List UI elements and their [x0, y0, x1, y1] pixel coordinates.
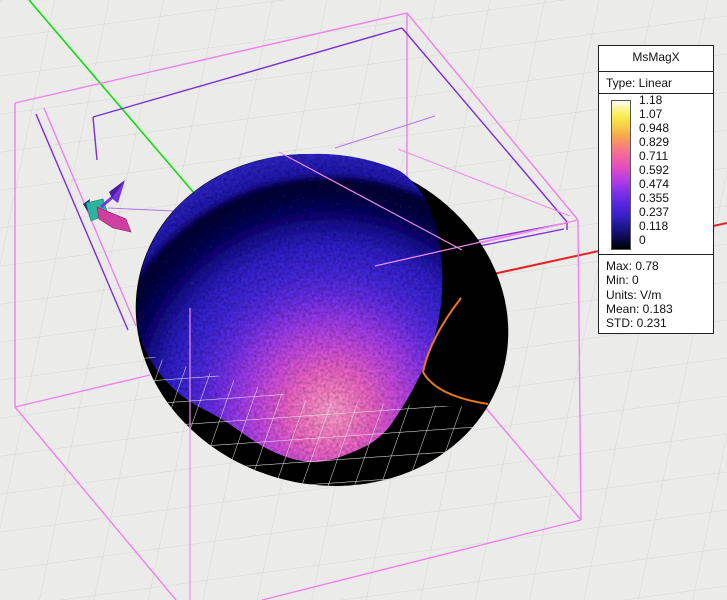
- tick-label: 0.948: [639, 122, 669, 134]
- stat-mean: Mean: 0.183: [606, 302, 713, 316]
- colorbar-tick-labels: 1.18 1.07 0.948 0.829 0.711 0.592 0.474 …: [639, 94, 669, 246]
- legend-scale-type: Type: Linear: [599, 72, 713, 94]
- tick-label: 0.711: [639, 150, 669, 162]
- legend-title: MsMagX: [599, 46, 713, 72]
- 3d-viewport[interactable]: MsMagX Type: Linear 1.18 1.07 0.948 0.82…: [0, 0, 727, 600]
- tick-label: 1.07: [639, 108, 669, 120]
- stat-std: STD: 0.231: [606, 316, 713, 330]
- stat-min: Min: 0: [606, 273, 713, 287]
- tick-label: 0: [639, 234, 669, 246]
- tick-label: 0.355: [639, 192, 669, 204]
- tick-label: 0.829: [639, 136, 669, 148]
- stat-units: Units: V/m: [606, 288, 713, 302]
- tick-label: 0.237: [639, 206, 669, 218]
- legend-statistics: Max: 0.78 Min: 0 Units: V/m Mean: 0.183 …: [599, 255, 713, 333]
- tick-label: 0.474: [639, 178, 669, 190]
- tick-label: 0.592: [639, 164, 669, 176]
- stat-max: Max: 0.78: [606, 259, 713, 273]
- tick-label: 1.18: [639, 94, 669, 106]
- tick-label: 0.118: [639, 220, 669, 232]
- colorbar-gradient: [611, 100, 631, 250]
- results-legend: MsMagX Type: Linear 1.18 1.07 0.948 0.82…: [598, 45, 714, 334]
- legend-colorbar-section: 1.18 1.07 0.948 0.829 0.711 0.592 0.474 …: [599, 94, 713, 255]
